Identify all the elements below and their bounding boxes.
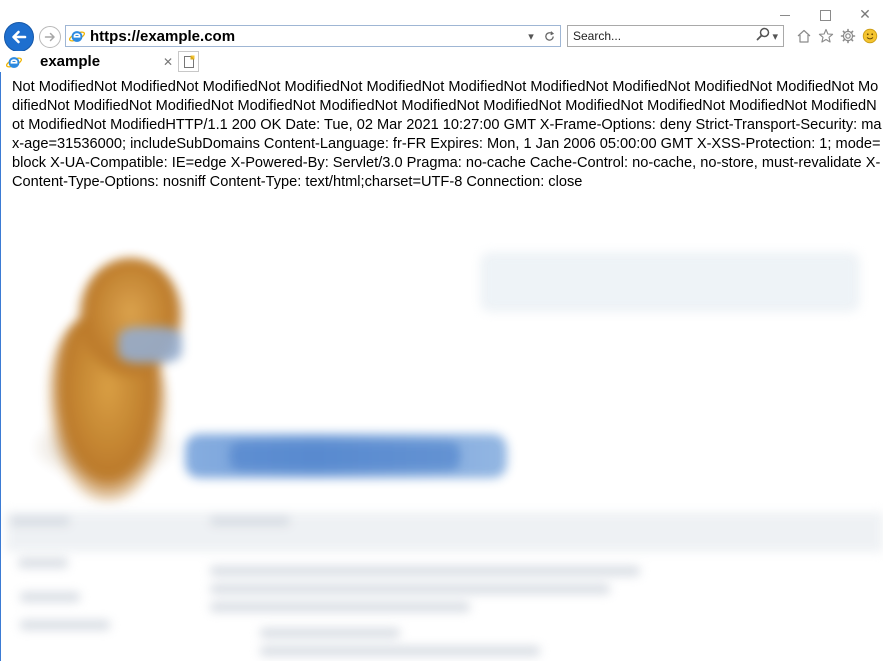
toolbar-right	[795, 27, 878, 44]
window-controls: ✕	[775, 6, 875, 24]
forward-arrow-icon	[44, 32, 55, 42]
browser-window: ✕ https://example.com ▾ Search... ▾ exam…	[0, 0, 883, 661]
tab-strip: example ✕	[0, 51, 883, 72]
tab-title: example	[40, 53, 101, 70]
address-text[interactable]: https://example.com	[90, 28, 524, 45]
smiley-icon[interactable]	[861, 27, 878, 44]
maximize-icon[interactable]	[815, 6, 835, 24]
forward-button[interactable]	[39, 26, 61, 48]
close-icon[interactable]: ✕	[855, 6, 875, 24]
search-input[interactable]	[568, 27, 757, 45]
star-icon[interactable]	[817, 27, 834, 44]
search-box[interactable]: ▾	[567, 25, 784, 47]
page-content: Not ModifiedNot ModifiedNot ModifiedNot …	[0, 72, 883, 661]
chevron-down-icon[interactable]: ▾	[524, 27, 538, 45]
frame-border	[0, 72, 1, 661]
internet-explorer-icon	[69, 31, 85, 42]
refresh-icon[interactable]	[542, 27, 556, 45]
back-arrow-icon	[12, 30, 27, 44]
new-tab-button[interactable]	[179, 51, 199, 72]
gear-icon[interactable]	[839, 27, 856, 44]
home-icon[interactable]	[795, 27, 812, 44]
back-button[interactable]	[4, 22, 34, 52]
new-tab-icon	[183, 55, 194, 68]
tab-example[interactable]: example ✕	[0, 51, 179, 72]
close-icon[interactable]: ✕	[162, 55, 174, 69]
address-bar[interactable]: https://example.com ▾	[65, 25, 561, 47]
minimize-icon[interactable]	[775, 6, 795, 24]
chevron-down-icon[interactable]: ▾	[772, 30, 778, 43]
internet-explorer-icon	[6, 56, 22, 68]
response-text: Not ModifiedNot ModifiedNot ModifiedNot …	[12, 79, 882, 190]
search-icon[interactable]	[756, 27, 770, 46]
